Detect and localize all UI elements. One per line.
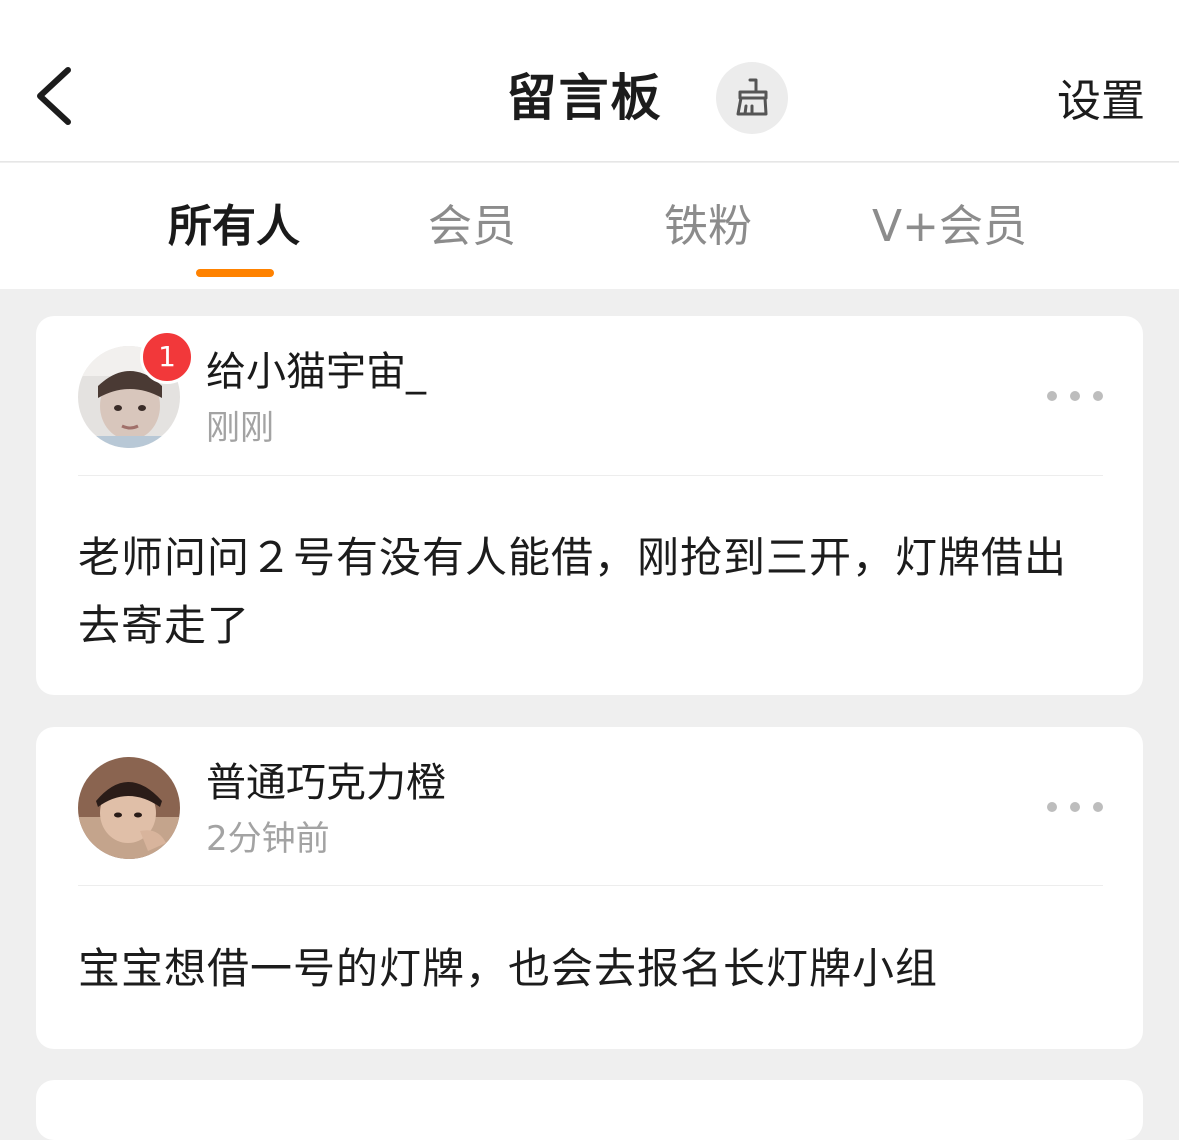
top-bar: 留言板 设置 bbox=[0, 0, 1179, 162]
more-dot-icon bbox=[1070, 391, 1080, 401]
more-dot-icon bbox=[1047, 802, 1057, 812]
active-tab-indicator bbox=[196, 269, 274, 277]
more-options-button[interactable] bbox=[1047, 386, 1103, 406]
message-card: 普通巧克力橙 2分钟前 宝宝想借一号的灯牌，也会去报名长灯牌小组 bbox=[36, 727, 1143, 1049]
page-title-wrap: 留言板 bbox=[0, 66, 1179, 130]
unread-badge: 1 bbox=[140, 330, 194, 384]
message-card-partial bbox=[36, 1080, 1143, 1140]
broom-icon bbox=[736, 78, 768, 116]
username[interactable]: 普通巧克力橙 bbox=[206, 757, 446, 809]
more-dot-icon bbox=[1070, 802, 1080, 812]
divider bbox=[78, 885, 1103, 886]
timestamp: 刚刚 bbox=[206, 408, 274, 448]
message-card: 1 给小猫宇宙_ 刚刚 老师问问２号有没有人能借，刚抢到三开，灯牌借出去寄走了 bbox=[36, 316, 1143, 695]
tab-vplus-members[interactable]: V+会员 bbox=[872, 199, 1027, 255]
tab-iron-fans[interactable]: 铁粉 bbox=[664, 199, 752, 255]
message-content: 宝宝想借一号的灯牌，也会去报名长灯牌小组 bbox=[78, 944, 939, 993]
avatar[interactable] bbox=[78, 757, 180, 859]
timestamp: 2分钟前 bbox=[206, 819, 330, 859]
more-dot-icon bbox=[1047, 391, 1057, 401]
username[interactable]: 给小猫宇宙_ bbox=[206, 346, 426, 398]
avatar-image bbox=[78, 757, 180, 859]
settings-button[interactable]: 设置 bbox=[1057, 74, 1145, 130]
tab-members[interactable]: 会员 bbox=[428, 199, 516, 255]
tab-bar: 所有人 会员 铁粉 V+会员 bbox=[0, 163, 1179, 289]
clean-button[interactable] bbox=[716, 62, 788, 134]
more-dot-icon bbox=[1093, 391, 1103, 401]
page-title: 留言板 bbox=[506, 69, 663, 127]
more-dot-icon bbox=[1093, 802, 1103, 812]
tab-all[interactable]: 所有人 bbox=[168, 199, 300, 255]
message-content: 老师问问２号有没有人能借，刚抢到三开，灯牌借出去寄走了 bbox=[78, 533, 1068, 650]
more-options-button[interactable] bbox=[1047, 797, 1103, 817]
divider bbox=[78, 475, 1103, 476]
